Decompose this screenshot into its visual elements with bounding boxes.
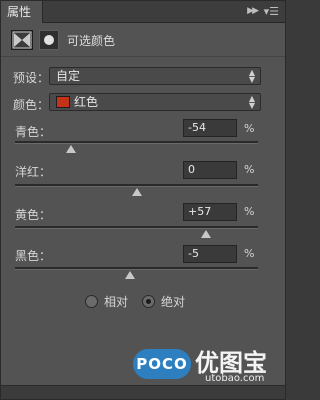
yellow-percent: % — [244, 205, 255, 218]
preset-select[interactable]: 自定 ▲ ▼ — [49, 67, 261, 85]
magenta-label: 洋红： — [15, 165, 52, 179]
adjustment-header: 可选颜色 — [1, 23, 285, 57]
properties-panel: 属性 ▶▶ ▾☰ 可选颜色 预设： 自定 ▲ ▼ 颜色： 红色 ▲ ▼ 青色： -5… — [0, 0, 286, 400]
absolute-radio-circle[interactable] — [142, 295, 155, 308]
watermark-badge: POCO — [133, 349, 191, 379]
cyan-input[interactable]: -54 — [183, 119, 237, 137]
method-radio-group: 相对 绝对 — [1, 293, 285, 311]
yellow-input[interactable]: +57 — [183, 203, 237, 221]
colors-value: 红色 — [74, 95, 99, 109]
relative-radio-label: 相对 — [104, 295, 129, 309]
magenta-percent: % — [244, 163, 255, 176]
magenta-input[interactable]: 0 — [183, 161, 237, 179]
relative-radio[interactable]: 相对 — [85, 293, 128, 310]
absolute-radio[interactable]: 绝对 — [142, 293, 185, 310]
panel-menu-icon[interactable]: ▾☰ — [264, 5, 279, 18]
tab-properties[interactable]: 属性 — [1, 1, 43, 23]
magenta-slider-thumb[interactable] — [131, 188, 142, 196]
select-arrows-icon: ▲ ▼ — [248, 94, 255, 110]
magenta-slider-track[interactable] — [15, 184, 258, 187]
color-swatch — [56, 96, 70, 108]
collapse-panel-icon[interactable]: ▶▶ — [247, 6, 259, 16]
preset-label: 预设： — [13, 71, 50, 85]
preset-value: 自定 — [56, 69, 81, 83]
yellow-label: 黄色： — [15, 208, 52, 222]
selective-color-adjustment-icon[interactable] — [11, 30, 33, 50]
panel-bottom-bar — [1, 385, 285, 399]
cyan-slider-track[interactable] — [15, 141, 258, 144]
layer-mask-icon[interactable] — [39, 30, 59, 50]
panel-tab-bar: 属性 ▶▶ ▾☰ — [1, 1, 285, 23]
tab-label: 属性 — [7, 5, 32, 19]
relative-radio-circle[interactable] — [85, 295, 98, 308]
cyan-percent: % — [244, 122, 255, 135]
black-slider-thumb[interactable] — [125, 271, 136, 279]
black-label: 黑色： — [15, 249, 52, 263]
black-slider-track[interactable] — [15, 267, 258, 270]
watermark-url: utobao.com — [205, 373, 265, 384]
watermark: POCO 优图宝 utobao.com — [133, 339, 283, 391]
colors-label: 颜色： — [13, 98, 50, 112]
adjustment-title: 可选颜色 — [67, 34, 116, 48]
yellow-slider-thumb[interactable] — [200, 230, 211, 238]
black-input[interactable]: -5 — [183, 245, 237, 263]
cyan-label: 青色： — [15, 125, 52, 139]
cyan-slider-thumb[interactable] — [65, 145, 76, 153]
black-percent: % — [244, 247, 255, 260]
colors-select[interactable]: 红色 ▲ ▼ — [49, 93, 261, 111]
select-arrows-icon: ▲ ▼ — [248, 68, 255, 84]
absolute-radio-label: 绝对 — [161, 295, 186, 309]
yellow-slider-track[interactable] — [15, 226, 258, 229]
